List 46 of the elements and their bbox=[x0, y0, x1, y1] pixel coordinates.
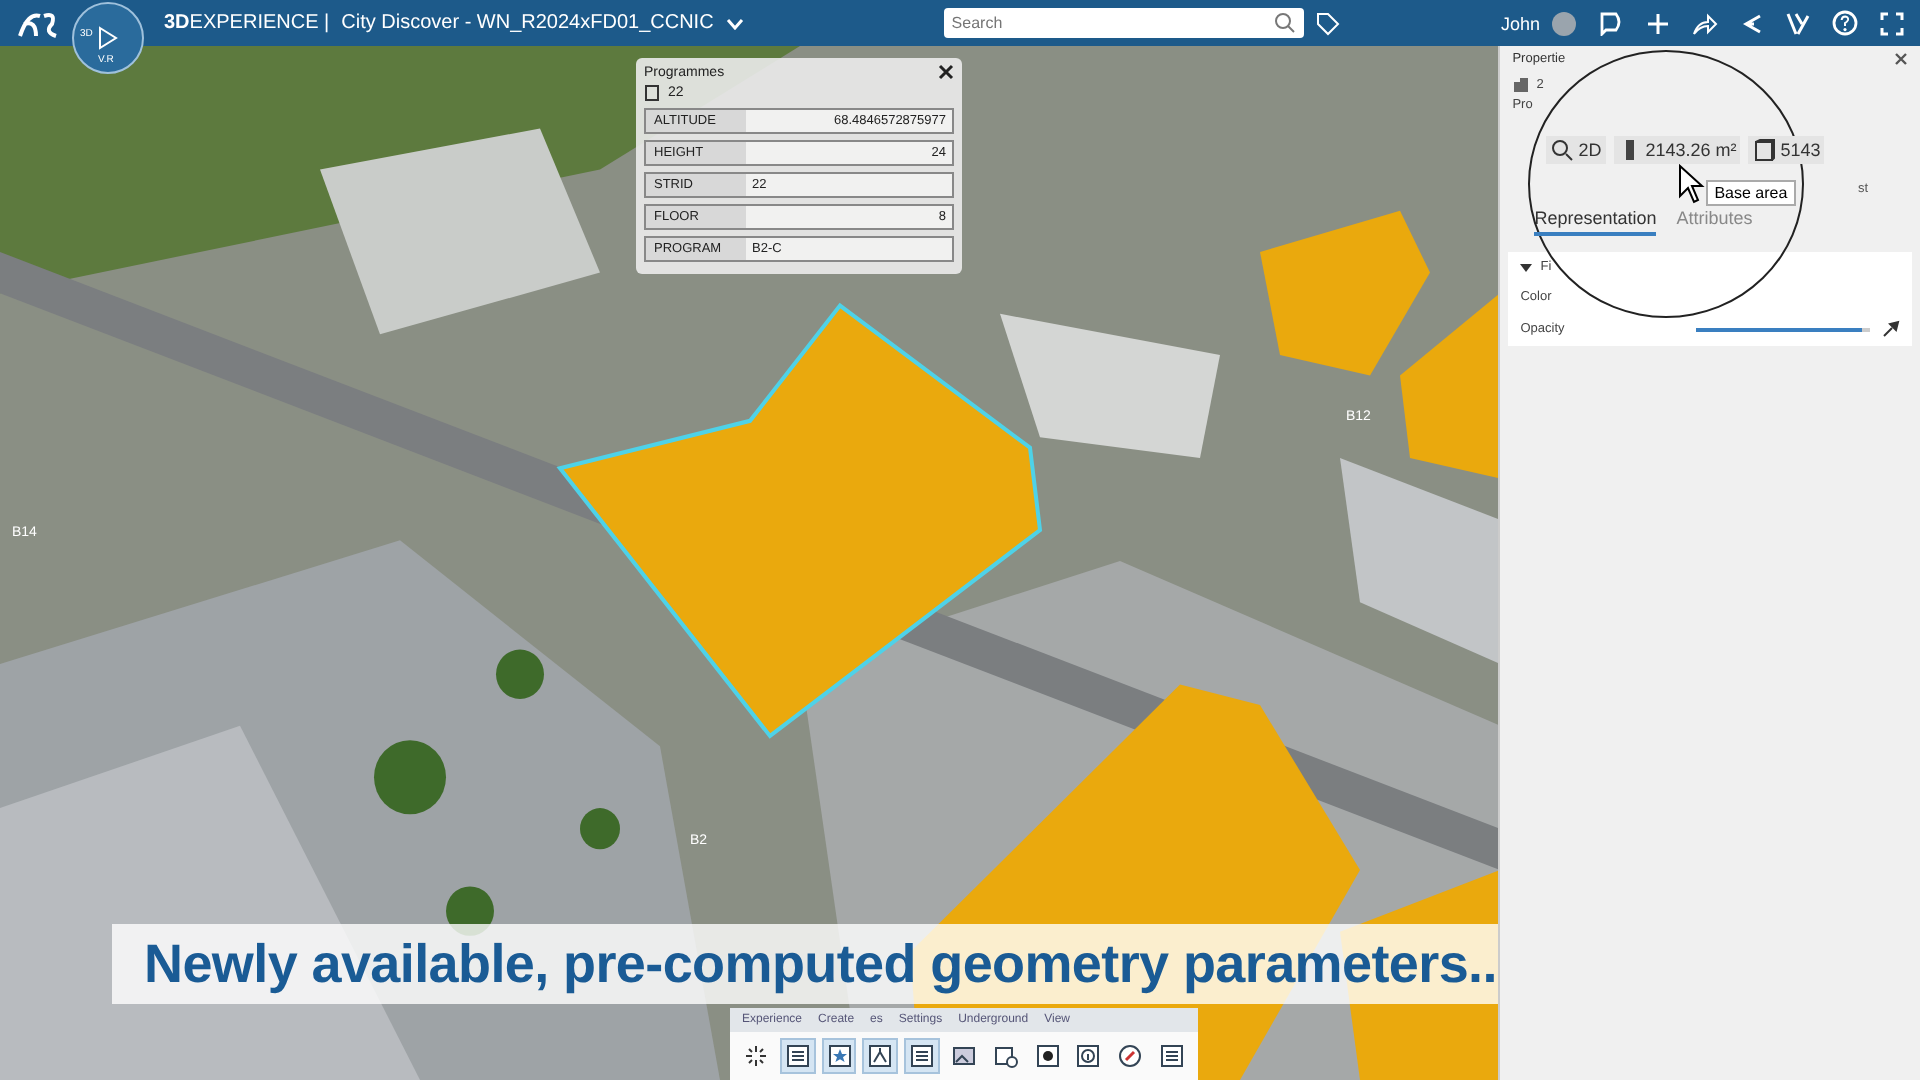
tooltip: Base area bbox=[1706, 180, 1796, 206]
logo-icon bbox=[16, 7, 60, 39]
toolbar-button[interactable] bbox=[904, 1038, 941, 1074]
magnifier-icon bbox=[1550, 138, 1575, 162]
cube-icon bbox=[1752, 138, 1777, 162]
tools-icon[interactable] bbox=[1786, 11, 1810, 35]
metric-chip[interactable]: 5143 bbox=[1748, 136, 1825, 164]
caption-banner: Newly available, pre-computed geometry parameters... bbox=[112, 924, 1499, 1004]
brand-title: 3DEXPERIENCE | bbox=[164, 12, 330, 34]
search-icon[interactable] bbox=[1273, 12, 1296, 34]
speech-bubble-icon[interactable] bbox=[1598, 10, 1624, 36]
caret-icon[interactable] bbox=[1520, 261, 1533, 273]
image-icon bbox=[951, 1044, 976, 1068]
panel-tab[interactable]: Attributes bbox=[1676, 208, 1753, 236]
avatar[interactable] bbox=[1552, 11, 1576, 35]
info-icon bbox=[1076, 1044, 1101, 1068]
star-icon bbox=[827, 1044, 852, 1068]
metric-chip[interactable]: 2143.26 m² bbox=[1613, 136, 1741, 164]
list-icon bbox=[910, 1044, 935, 1068]
toolbar-button[interactable] bbox=[821, 1038, 857, 1074]
plus-icon[interactable] bbox=[1646, 11, 1670, 35]
panel-tab[interactable]: Representation bbox=[1534, 208, 1657, 236]
play-icon bbox=[98, 25, 118, 49]
app-title[interactable]: City Discover - WN_R2024xFD01_CCNIC bbox=[341, 12, 714, 34]
list-icon bbox=[1160, 1044, 1185, 1068]
user-name[interactable]: John bbox=[1500, 13, 1540, 33]
building-icon bbox=[1512, 76, 1531, 94]
search-field[interactable]: Search bbox=[943, 8, 1304, 38]
chart-icon bbox=[868, 1044, 893, 1068]
sparkle-icon bbox=[743, 1044, 768, 1068]
close-icon[interactable] bbox=[938, 64, 954, 80]
fullscreen-icon[interactable] bbox=[1880, 11, 1904, 35]
help-icon[interactable] bbox=[1832, 10, 1858, 36]
toolbar-button[interactable] bbox=[862, 1038, 899, 1074]
cursor-icon bbox=[1678, 164, 1707, 204]
metric-chip[interactable]: 2D bbox=[1546, 136, 1606, 164]
list-icon bbox=[785, 1044, 810, 1068]
tag-icon[interactable] bbox=[1315, 11, 1340, 35]
chevron-icon[interactable] bbox=[725, 17, 744, 29]
network-icon[interactable] bbox=[1740, 11, 1764, 35]
compass-icon bbox=[1118, 1044, 1143, 1068]
close-icon[interactable] bbox=[1894, 52, 1908, 66]
share-icon[interactable] bbox=[1692, 11, 1718, 35]
toolbar-button[interactable] bbox=[779, 1038, 816, 1074]
book-icon bbox=[644, 84, 660, 102]
brush-icon[interactable] bbox=[1882, 320, 1900, 338]
